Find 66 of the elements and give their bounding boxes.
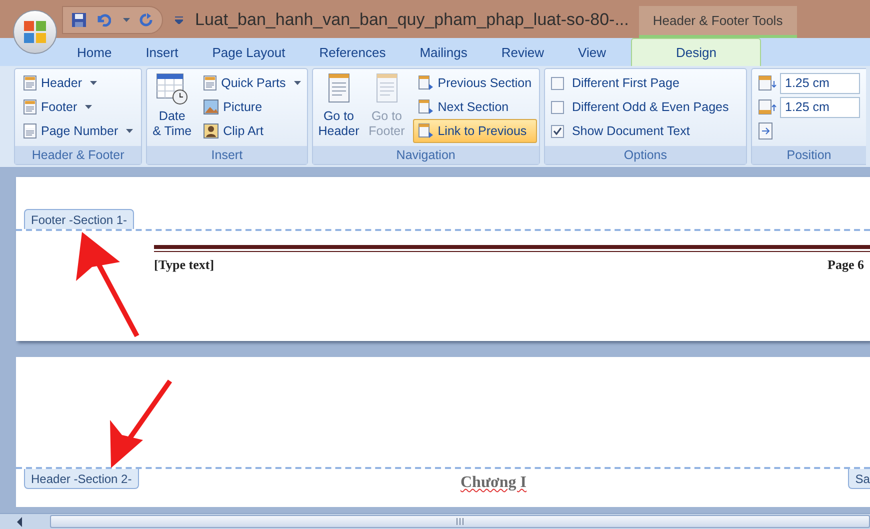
checkbox[interactable] [550,76,564,90]
checkbox-label: Different First Page [572,74,680,92]
ribbon-tab[interactable]: Design [630,38,762,66]
group-label: Options [544,146,746,164]
ribbon-tab[interactable]: Home [60,40,129,66]
section-icon [418,75,434,91]
scrollbar-thumb[interactable] [50,515,870,528]
ribbon-button[interactable]: Header [19,71,138,95]
page-icon [23,75,37,91]
ribbon-button[interactable]: Footer [19,95,138,119]
page-icon [23,123,37,139]
group-label: Insert [147,146,307,164]
checkbox[interactable] [550,100,564,114]
ribbon-large-button[interactable]: Go to Header [314,71,363,146]
footer-section-tag: Footer -Section 1- [24,209,134,229]
position-field[interactable]: 1.25 cm [780,96,860,118]
grip-icon [456,518,464,525]
ribbon-tab[interactable]: References [302,40,403,66]
page-icon [23,99,37,115]
page-number: Page 6 [828,256,864,274]
calendar-clock-icon [155,71,190,105]
ribbon-button[interactable]: Page Number [19,119,138,143]
scroll-left-icon[interactable] [16,516,24,526]
ribbon-tab[interactable]: Insert [128,40,196,66]
checkbox[interactable] [550,124,564,138]
ribbon-button[interactable]: Quick Parts [199,71,305,95]
quick-parts-icon [203,75,218,91]
window-title: Luat_ban_hanh_van_ban_quy_pham_phap_luat-so-80-... [195,8,629,30]
page-icon [326,71,352,105]
checkbox-label: Show Document Text [572,122,690,140]
picture-icon [203,99,220,115]
ribbon-button[interactable]: Previous Section [412,71,537,95]
position-field[interactable]: 1.25 cm [780,72,860,94]
insert-alignment-tab-icon[interactable] [758,122,774,140]
clip-art-icon [203,123,220,139]
page-icon [374,71,400,105]
ribbon-button[interactable]: Clip Art [199,119,305,143]
caret-icon [123,18,130,22]
ribbon-tab[interactable]: Page Layout [195,40,302,66]
group-label: Header & Footer [15,146,142,164]
header-position-icon [758,75,778,91]
redo-icon[interactable] [138,12,154,28]
ribbon-tab[interactable]: Review [484,40,562,66]
checkbox-label: Different Odd & Even Pages [572,98,729,116]
ribbon-tab[interactable]: View [561,40,623,66]
footer-placeholder-text: [Type text] [154,256,214,274]
check-icon [552,126,562,136]
link-icon [418,123,434,139]
footer-position-icon [758,99,778,115]
horizontal-scrollbar[interactable] [0,513,870,529]
header-section-tag: Header -Section 2- [24,469,139,489]
group-label: Position [752,146,866,164]
undo-icon[interactable] [95,12,111,28]
same-as-previous-tag: Sa [848,469,870,489]
group-label: Navigation [312,146,539,164]
office-logo-icon [23,20,47,44]
ribbon-button[interactable]: Link to Previous [412,119,537,143]
date-time-button[interactable]: Date & Time [149,71,196,146]
ribbon-tab[interactable]: Mailings [402,40,484,66]
ribbon-button[interactable]: Next Section [412,95,537,119]
customize-toolbar-icon[interactable] [175,16,183,24]
ribbon-button[interactable]: Picture [199,95,305,119]
chapter-heading: Chương I [460,473,527,493]
save-icon[interactable] [71,12,87,28]
section-icon [418,99,434,115]
context-tab-title: Header & Footer Tools [638,6,797,38]
